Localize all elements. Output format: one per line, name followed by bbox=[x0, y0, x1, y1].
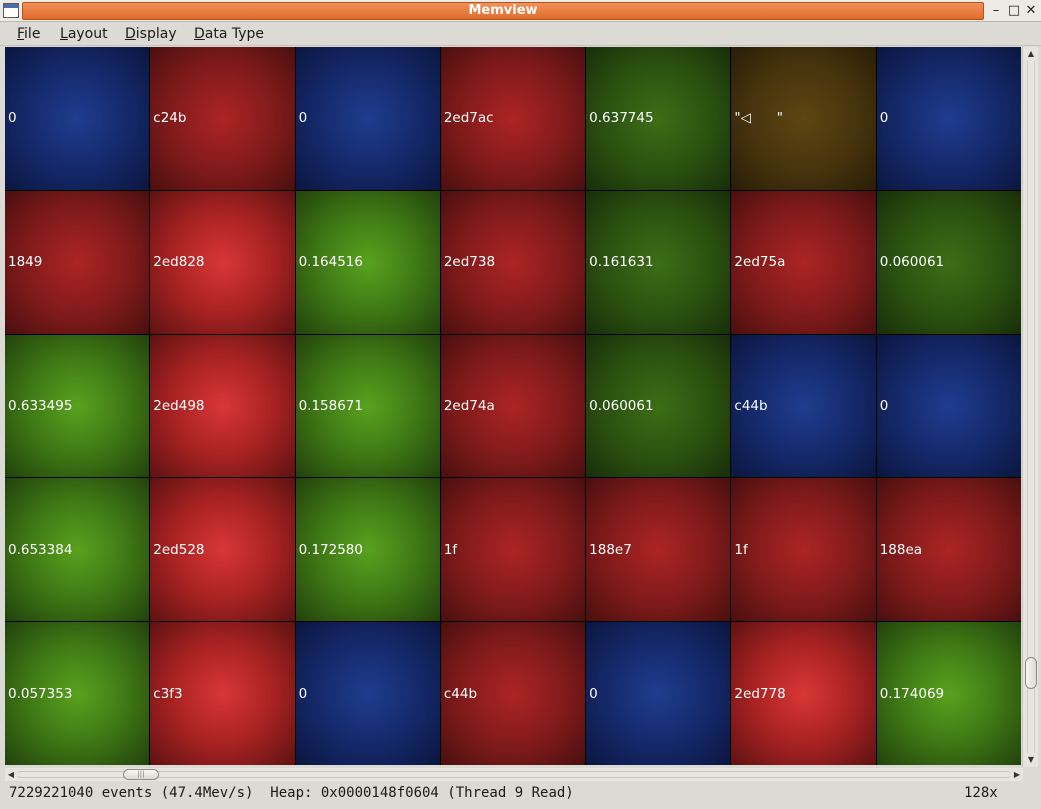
zoom-level: 128x bbox=[964, 785, 998, 801]
memory-cell[interactable]: 0.653384 bbox=[5, 478, 150, 622]
memory-cell[interactable]: 0.057353 bbox=[5, 622, 150, 765]
menu-data-type-accel: D bbox=[194, 26, 205, 42]
memory-cell[interactable]: 0.060061 bbox=[876, 190, 1021, 334]
menu-layout-accel: L bbox=[60, 26, 68, 42]
memory-cell[interactable]: c44b bbox=[440, 622, 586, 765]
memory-cell[interactable]: 0 bbox=[876, 47, 1021, 190]
memory-grid[interactable]: 0 c24b 0 2ed7ac 0.637745 "◁ " 0 1849 2ed828 0.164… bbox=[5, 47, 1021, 765]
memory-cell[interactable]: 0.637745 bbox=[586, 47, 731, 190]
memory-cell[interactable]: 0.060061 bbox=[586, 334, 731, 478]
memory-cell[interactable]: 2ed74a bbox=[440, 334, 586, 478]
vertical-scroll-trough[interactable] bbox=[1027, 61, 1035, 753]
memory-cell[interactable]: 2ed7ac bbox=[440, 47, 586, 190]
menu-file-accel: F bbox=[17, 26, 25, 42]
memory-cell[interactable]: 0.633495 bbox=[5, 334, 150, 478]
memory-cell[interactable]: 0 bbox=[586, 622, 731, 765]
memory-cell[interactable]: 2ed528 bbox=[150, 478, 295, 622]
status-bar: 7229221040 events (47.4Mev/s) Heap: 0x00… bbox=[0, 782, 1041, 809]
window-title: Memview bbox=[22, 2, 984, 20]
window-menu-icon[interactable] bbox=[3, 3, 19, 18]
menu-file-label: ile bbox=[24, 26, 41, 42]
menu-data-type[interactable]: Data Type bbox=[194, 26, 264, 42]
memory-cell[interactable]: "◁ " bbox=[731, 47, 876, 190]
scroll-up-icon[interactable]: ▲ bbox=[1023, 47, 1039, 61]
memory-cell[interactable]: 1f bbox=[731, 478, 876, 622]
minimize-icon[interactable]: – bbox=[988, 3, 1004, 19]
close-icon[interactable]: ✕ bbox=[1023, 3, 1039, 19]
memory-cell[interactable]: c3f3 bbox=[150, 622, 295, 765]
memory-cell[interactable]: 0 bbox=[5, 47, 150, 190]
memory-cell[interactable]: 0.174069 bbox=[876, 622, 1021, 765]
status-text: 7229221040 events (47.4Mev/s) Heap: 0x00… bbox=[9, 785, 574, 801]
memory-cell[interactable]: c44b bbox=[731, 334, 876, 478]
memory-cell[interactable]: 0.164516 bbox=[295, 190, 440, 334]
scroll-left-icon[interactable]: ◀ bbox=[5, 768, 17, 781]
menu-layout-label: ayout bbox=[67, 26, 108, 42]
vertical-scrollbar[interactable]: ▲ ▼ bbox=[1022, 47, 1038, 767]
memory-cell[interactable]: 188e7 bbox=[586, 478, 731, 622]
memory-cell[interactable]: 1849 bbox=[5, 190, 150, 334]
horizontal-scroll-thumb[interactable]: ||| bbox=[123, 769, 159, 780]
scroll-right-icon[interactable]: ▶ bbox=[1011, 768, 1023, 781]
memory-cell[interactable]: c24b bbox=[150, 47, 295, 190]
scroll-down-icon[interactable]: ▼ bbox=[1023, 753, 1039, 767]
memory-cell[interactable]: 2ed738 bbox=[440, 190, 586, 334]
menu-display[interactable]: Display bbox=[125, 26, 177, 42]
memory-cell[interactable]: 2ed778 bbox=[731, 622, 876, 765]
memory-cell[interactable]: 0 bbox=[876, 334, 1021, 478]
title-bar[interactable]: Memview – □ ✕ bbox=[0, 0, 1041, 22]
memory-cell[interactable]: 1f bbox=[440, 478, 586, 622]
memory-cell[interactable]: 0.161631 bbox=[586, 190, 731, 334]
memory-cell[interactable]: 2ed75a bbox=[731, 190, 876, 334]
menu-display-accel: D bbox=[125, 26, 136, 42]
menu-file[interactable]: File bbox=[17, 26, 40, 42]
memory-cell[interactable]: 2ed498 bbox=[150, 334, 295, 478]
memory-cell[interactable]: 0 bbox=[295, 622, 440, 765]
memory-cell[interactable]: 0.172580 bbox=[295, 478, 440, 622]
vertical-scroll-thumb[interactable] bbox=[1025, 657, 1037, 689]
menu-layout[interactable]: Layout bbox=[60, 26, 108, 42]
memory-cell[interactable]: 0 bbox=[295, 47, 440, 190]
menu-bar: File Layout Display Data Type bbox=[0, 22, 1041, 46]
menu-display-label: isplay bbox=[135, 26, 177, 42]
horizontal-scrollbar[interactable]: ◀ ||| ▶ bbox=[5, 768, 1023, 781]
memory-cell[interactable]: 2ed828 bbox=[150, 190, 295, 334]
memory-cell[interactable]: 188ea bbox=[876, 478, 1021, 622]
maximize-icon[interactable]: □ bbox=[1006, 3, 1022, 19]
memory-cell[interactable]: 0.158671 bbox=[295, 334, 440, 478]
menu-data-type-label: ata Type bbox=[204, 26, 265, 42]
horizontal-scroll-trough[interactable] bbox=[17, 771, 1011, 778]
